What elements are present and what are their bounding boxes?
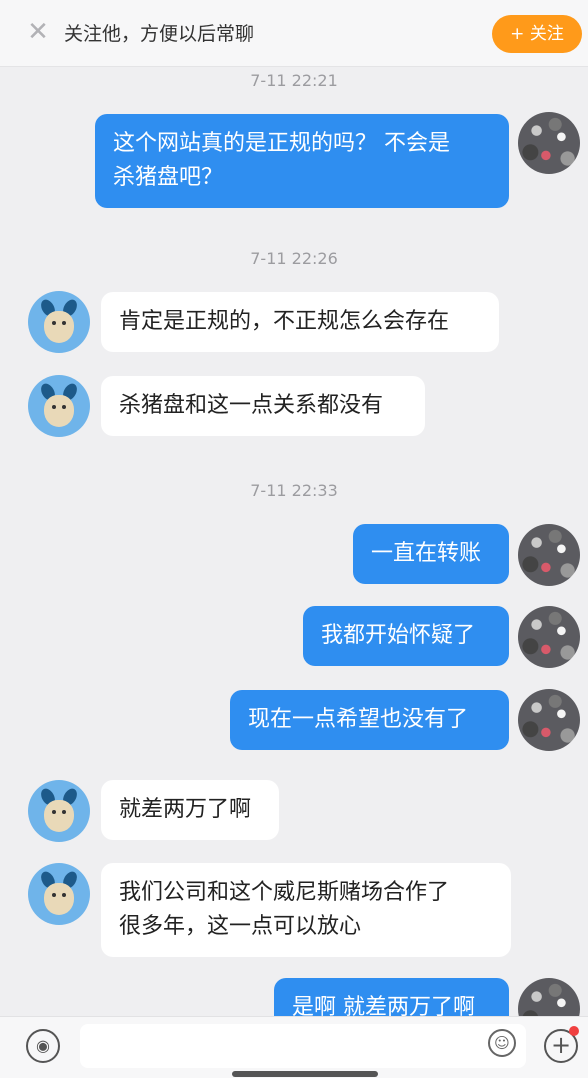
input-bar: ◉ ☺ +	[0, 1016, 588, 1078]
message-bubble-outgoing[interactable]: 我都开始怀疑了	[303, 606, 509, 666]
message-bubble-incoming[interactable]: 我们公司和这个威尼斯赌场合作了 很多年，这一点可以放心	[101, 863, 511, 957]
contact-avatar[interactable]	[28, 780, 90, 842]
follow-banner: ✕ 关注他，方便以后常聊 + 关注	[0, 0, 588, 67]
user-avatar[interactable]	[518, 978, 580, 1016]
follow-prompt-text: 关注他，方便以后常聊	[64, 23, 255, 45]
user-avatar[interactable]	[518, 689, 580, 751]
follow-button[interactable]: + 关注	[492, 15, 582, 53]
message-bubble-incoming[interactable]: 就差两万了啊	[101, 780, 279, 840]
contact-avatar[interactable]	[28, 375, 90, 437]
message-bubble-outgoing[interactable]: 是啊 就差两万了啊	[274, 978, 509, 1016]
message-bubble-outgoing[interactable]: 现在一点希望也没有了	[230, 690, 509, 750]
message-bubble-outgoing[interactable]: 一直在转账	[353, 524, 509, 584]
timestamp: 7-11 22:21	[250, 71, 338, 90]
close-icon[interactable]: ✕	[26, 18, 50, 46]
chat-screen: ✕ 关注他，方便以后常聊 + 关注 7-11 22:21 这个网站真的是正规的吗…	[0, 0, 588, 1078]
message-bubble-outgoing[interactable]: 这个网站真的是正规的吗？ 不会是 杀猪盘吧？	[95, 114, 509, 208]
notification-dot	[569, 1026, 579, 1036]
voice-icon[interactable]: ◉	[26, 1029, 60, 1063]
timestamp: 7-11 22:33	[250, 481, 338, 500]
timestamp: 7-11 22:26	[250, 249, 338, 268]
message-bubble-incoming[interactable]: 肯定是正规的，不正规怎么会存在	[101, 292, 499, 352]
contact-avatar[interactable]	[28, 291, 90, 353]
message-input[interactable]	[80, 1024, 526, 1068]
emoji-icon[interactable]: ☺	[488, 1029, 516, 1057]
message-list[interactable]: 7-11 22:21 这个网站真的是正规的吗？ 不会是 杀猪盘吧？ 7-11 2…	[0, 66, 588, 1016]
contact-avatar[interactable]	[28, 863, 90, 925]
user-avatar[interactable]	[518, 524, 580, 586]
home-indicator	[232, 1071, 378, 1077]
user-avatar[interactable]	[518, 606, 580, 668]
user-avatar[interactable]	[518, 112, 580, 174]
message-bubble-incoming[interactable]: 杀猪盘和这一点关系都没有	[101, 376, 425, 436]
